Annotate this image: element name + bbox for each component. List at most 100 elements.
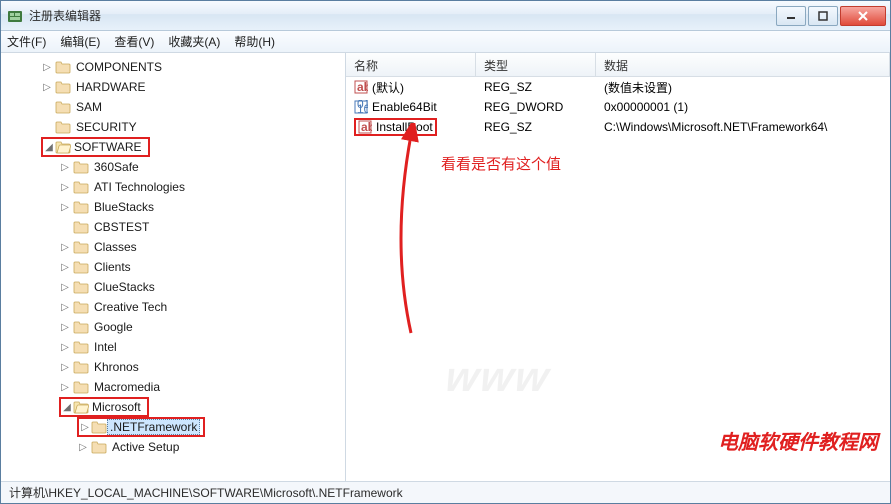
- expander-icon[interactable]: [41, 101, 53, 113]
- statusbar-path: 计算机\HKEY_LOCAL_MACHINE\SOFTWARE\Microsof…: [9, 484, 403, 501]
- menu-help[interactable]: 帮助(H): [234, 33, 275, 50]
- tree-node[interactable]: ▷ ATI Technologies: [59, 177, 345, 197]
- folder-icon: [55, 80, 71, 94]
- expander-icon[interactable]: ▷: [59, 341, 71, 353]
- tree-node[interactable]: ▷ .NETFramework: [77, 417, 345, 437]
- tree-node[interactable]: ▷ ClueStacks: [59, 277, 345, 297]
- folder-icon: [73, 360, 89, 374]
- expander-icon[interactable]: ▷: [59, 381, 71, 393]
- tree-node[interactable]: ▷ HARDWARE: [41, 77, 345, 97]
- tree-node[interactable]: ◢ SOFTWARE: [41, 137, 345, 157]
- minimize-button[interactable]: [776, 6, 806, 26]
- expander-icon[interactable]: ▷: [59, 261, 71, 273]
- column-header-name[interactable]: 名称: [346, 53, 476, 76]
- tree-node-label: COMPONENTS: [73, 59, 165, 75]
- tree-node[interactable]: ▷ Clients: [59, 257, 345, 277]
- maximize-button[interactable]: [808, 6, 838, 26]
- tree-node[interactable]: ▷ Creative Tech: [59, 297, 345, 317]
- tree-node[interactable]: ▷ Macromedia: [59, 377, 345, 397]
- tree-node[interactable]: ▷ BlueStacks: [59, 197, 345, 217]
- content-area: ▷ COMPONENTS▷ HARDWARE SAM SECURITY◢ SOF…: [1, 53, 890, 481]
- folder-icon: [55, 120, 71, 134]
- tree-node[interactable]: ▷ Classes: [59, 237, 345, 257]
- expander-icon[interactable]: ◢: [43, 141, 55, 153]
- list-row[interactable]: ab(默认) REG_SZ (数值未设置): [346, 77, 890, 97]
- column-header-data[interactable]: 数据: [596, 53, 890, 76]
- expander-icon[interactable]: ▷: [77, 441, 89, 453]
- list-row[interactable]: abInstallRoot REG_SZ C:\Windows\Microsof…: [346, 117, 890, 137]
- tree-pane[interactable]: ▷ COMPONENTS▷ HARDWARE SAM SECURITY◢ SOF…: [1, 53, 346, 481]
- folder-icon: [73, 180, 89, 194]
- app-icon: [7, 8, 23, 24]
- tree-node-label: Clients: [91, 259, 134, 275]
- list-row[interactable]: 0110Enable64Bit REG_DWORD 0x00000001 (1): [346, 97, 890, 117]
- expander-icon[interactable]: ▷: [79, 421, 91, 433]
- expander-icon[interactable]: ▷: [59, 201, 71, 213]
- highlight-box: ▷ .NETFramework: [77, 417, 205, 437]
- menubar: 文件(F) 编辑(E) 查看(V) 收藏夹(A) 帮助(H): [1, 31, 890, 53]
- column-header-type[interactable]: 类型: [476, 53, 596, 76]
- tree-node-label: SECURITY: [73, 119, 140, 135]
- cell-type: REG_DWORD: [476, 100, 596, 114]
- folder-icon: [73, 300, 89, 314]
- expander-icon[interactable]: ▷: [59, 181, 71, 193]
- menu-file[interactable]: 文件(F): [7, 33, 46, 50]
- tree-node-label: HARDWARE: [73, 79, 149, 95]
- expander-icon[interactable]: [59, 221, 71, 233]
- expander-icon[interactable]: ▷: [41, 81, 53, 93]
- expander-icon[interactable]: ▷: [59, 301, 71, 313]
- expander-icon[interactable]: ▷: [59, 361, 71, 373]
- expander-icon[interactable]: ▷: [41, 61, 53, 73]
- tree-node-label: .NETFramework: [107, 419, 200, 435]
- watermark-site: 电脑软硬件教程网: [718, 426, 878, 455]
- expander-icon[interactable]: ▷: [59, 321, 71, 333]
- tree-node[interactable]: SECURITY: [41, 117, 345, 137]
- tree-node[interactable]: ▷ COMPONENTS: [41, 57, 345, 77]
- folder-open-icon: [55, 140, 71, 154]
- tree-node[interactable]: ▷ Khronos: [59, 357, 345, 377]
- menu-view[interactable]: 查看(V): [114, 33, 154, 50]
- tree-node[interactable]: ◢ Microsoft: [59, 397, 345, 417]
- tree-node[interactable]: SAM: [41, 97, 345, 117]
- highlight-box: ◢ Microsoft: [59, 397, 149, 417]
- tree-node[interactable]: ▷ Google: [59, 317, 345, 337]
- tree-node-label: Khronos: [91, 359, 142, 375]
- cell-type: REG_SZ: [476, 120, 596, 134]
- expander-icon[interactable]: ▷: [59, 241, 71, 253]
- tree-node[interactable]: ▷ Intel: [59, 337, 345, 357]
- folder-icon: [73, 260, 89, 274]
- tree-node[interactable]: ▷ Active Setup: [77, 437, 345, 457]
- tree-node[interactable]: ▷ 360Safe: [59, 157, 345, 177]
- tree-node-label: Intel: [91, 339, 120, 355]
- statusbar: 计算机\HKEY_LOCAL_MACHINE\SOFTWARE\Microsof…: [1, 481, 890, 503]
- folder-icon: [55, 100, 71, 114]
- folder-icon: [73, 320, 89, 334]
- highlight-box: abInstallRoot: [354, 118, 437, 136]
- close-button[interactable]: [840, 6, 886, 26]
- close-icon: [857, 11, 869, 21]
- value-name: InstallRoot: [376, 120, 433, 134]
- string-value-icon: ab: [354, 80, 368, 94]
- tree-node-label: Creative Tech: [91, 299, 170, 315]
- folder-icon: [55, 60, 71, 74]
- registry-editor-window: 注册表编辑器 文件(F) 编辑(E) 查看(V) 收藏夹(A) 帮助(H) ▷ …: [0, 0, 891, 504]
- tree-node-label: ClueStacks: [91, 279, 158, 295]
- folder-icon: [73, 240, 89, 254]
- tree-node[interactable]: CBSTEST: [59, 217, 345, 237]
- list-pane: 名称 类型 数据 ab(默认) REG_SZ (数值未设置) 0110Enabl…: [346, 53, 890, 481]
- expander-icon[interactable]: ▷: [59, 161, 71, 173]
- tree-node-label: Macromedia: [91, 379, 163, 395]
- menu-edit[interactable]: 编辑(E): [60, 33, 100, 50]
- cell-name: abInstallRoot: [346, 118, 476, 136]
- expander-icon[interactable]: ▷: [59, 281, 71, 293]
- folder-icon: [73, 160, 89, 174]
- list-header: 名称 类型 数据: [346, 53, 890, 77]
- svg-text:10: 10: [357, 102, 368, 114]
- folder-icon: [91, 440, 107, 454]
- watermark-faint: www: [443, 353, 554, 401]
- expander-icon[interactable]: [41, 121, 53, 133]
- value-name: (默认): [372, 79, 404, 96]
- menu-favorites[interactable]: 收藏夹(A): [168, 33, 220, 50]
- tree-node-label: CBSTEST: [91, 219, 152, 235]
- expander-icon[interactable]: ◢: [61, 401, 73, 413]
